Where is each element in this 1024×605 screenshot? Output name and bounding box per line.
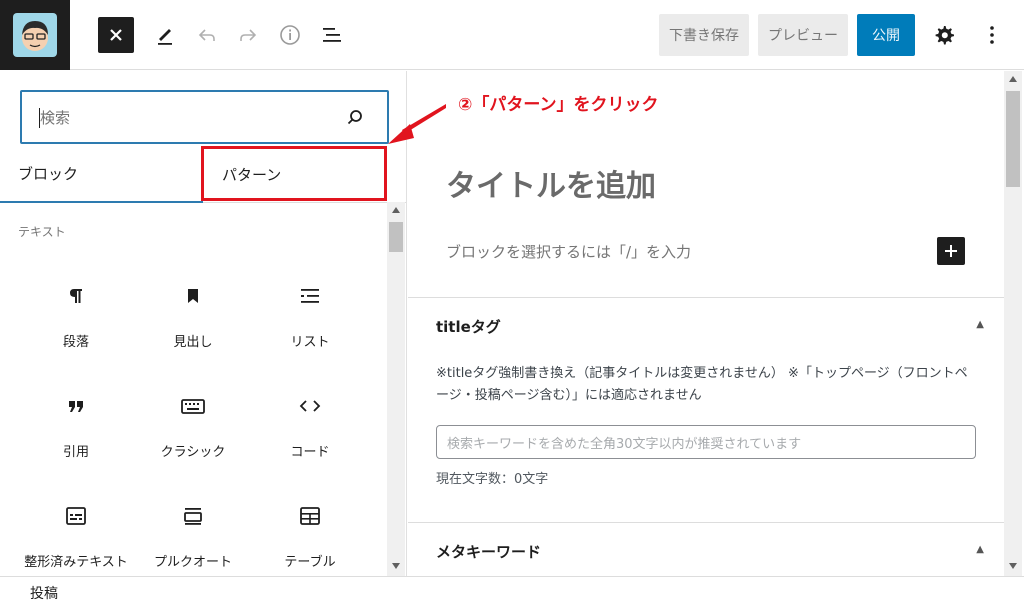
editor-scrollbar[interactable] (1004, 71, 1022, 576)
more-vertical-icon (990, 26, 994, 44)
undo-icon (198, 29, 215, 41)
quote-icon (65, 391, 87, 421)
block-label: リスト (290, 335, 330, 350)
metabox-heading: メタキーワード (436, 543, 542, 561)
redo-icon (240, 29, 257, 41)
search-field[interactable] (20, 90, 389, 144)
scrollbar-thumb[interactable] (1006, 91, 1020, 187)
scroll-up-icon (1009, 76, 1017, 82)
paragraph-icon (65, 281, 87, 311)
code-icon (297, 391, 323, 421)
scroll-down-icon (392, 563, 400, 569)
details-button[interactable] (274, 19, 306, 51)
block-item-table[interactable]: テーブル (255, 501, 365, 576)
highlight-box (201, 146, 387, 201)
block-item-preformatted[interactable]: 整形済みテキスト (21, 501, 131, 576)
meta-keyword-metabox: メタキーワード ▲ (408, 522, 1004, 576)
block-label: コード (290, 445, 330, 460)
avatar (13, 13, 57, 57)
scroll-down-icon (1009, 563, 1017, 569)
block-item-list[interactable]: リスト (255, 281, 365, 371)
close-inserter-button[interactable] (98, 17, 134, 53)
block-label: 整形済みテキスト (24, 555, 128, 570)
close-icon (110, 29, 122, 41)
gear-icon (935, 26, 954, 45)
list-view-button[interactable] (316, 19, 348, 51)
save-draft-button[interactable]: 下書き保存 (659, 14, 749, 56)
block-item-code[interactable]: コード (255, 391, 365, 481)
site-icon-button[interactable] (0, 0, 70, 70)
preview-button[interactable]: プレビュー (758, 14, 848, 56)
pullquote-icon (181, 501, 205, 531)
block-item-pullquote[interactable]: プルクオート (138, 501, 248, 576)
post-title[interactable]: タイトルを追加 (446, 161, 656, 205)
add-block-button[interactable] (937, 237, 965, 265)
list-view-icon (323, 28, 341, 42)
search-input[interactable] (40, 105, 330, 131)
annotation-arrow-icon (388, 104, 446, 144)
character-count: 現在文字数：0文字 (436, 472, 549, 487)
info-icon (280, 25, 300, 45)
search-icon (347, 110, 362, 125)
plus-icon (945, 245, 957, 257)
block-inserter-panel: ブロック パターン テキスト 段落 見出し リスト (0, 71, 407, 576)
block-item-heading[interactable]: 見出し (138, 281, 248, 371)
options-button[interactable] (976, 19, 1008, 51)
editor-canvas: タイトルを追加 ブロックを選択するには「/」を入力 titleタグ ▲ ※tit… (408, 71, 1004, 576)
edit-tool-button[interactable] (149, 19, 181, 51)
block-item-paragraph[interactable]: 段落 (21, 281, 131, 371)
collapse-toggle-icon[interactable]: ▲ (976, 544, 984, 555)
metabox-heading: titleタグ (436, 318, 501, 336)
preformatted-icon (64, 501, 88, 531)
editor-footer: 投稿 (0, 576, 1024, 605)
scroll-up-icon (392, 207, 400, 213)
settings-button[interactable] (928, 19, 960, 51)
block-label: 段落 (62, 335, 89, 350)
list-icon (298, 281, 322, 311)
heading-icon (182, 281, 204, 311)
editor-header: 下書き保存 プレビュー 公開 (0, 0, 1024, 70)
block-item-quote[interactable]: 引用 (21, 391, 131, 481)
title-tag-description: ※titleタグ強制書き換え（記事タイトルは変更されません） ※「トップページ（… (436, 366, 968, 403)
block-label: 引用 (62, 445, 89, 460)
keyboard-icon (180, 391, 206, 421)
breadcrumb[interactable]: 投稿 (30, 583, 58, 603)
block-item-classic[interactable]: クラシック (138, 391, 248, 481)
inserter-scrollbar[interactable] (387, 202, 405, 576)
category-label: テキスト (18, 225, 66, 239)
tab-blocks[interactable]: ブロック (0, 145, 203, 203)
block-label: 見出し (173, 335, 213, 350)
block-label: テーブル (284, 555, 336, 570)
table-icon (298, 501, 322, 531)
title-tag-input[interactable]: 検索キーワードを含めた全角30文字以内が推奨されています (436, 425, 976, 459)
redo-button[interactable] (232, 19, 264, 51)
undo-button[interactable] (191, 19, 223, 51)
collapse-toggle-icon[interactable]: ▲ (976, 319, 984, 330)
publish-button[interactable]: 公開 (857, 14, 915, 56)
annotation-text: ②「パターン」をクリック (458, 95, 659, 115)
pencil-icon (158, 29, 172, 45)
scrollbar-thumb[interactable] (389, 222, 403, 252)
block-label: クラシック (160, 445, 226, 460)
title-tag-metabox: titleタグ ▲ (408, 297, 1004, 522)
block-appender-prompt[interactable]: ブロックを選択するには「/」を入力 (446, 241, 691, 262)
block-label: プルクオート (153, 555, 232, 570)
